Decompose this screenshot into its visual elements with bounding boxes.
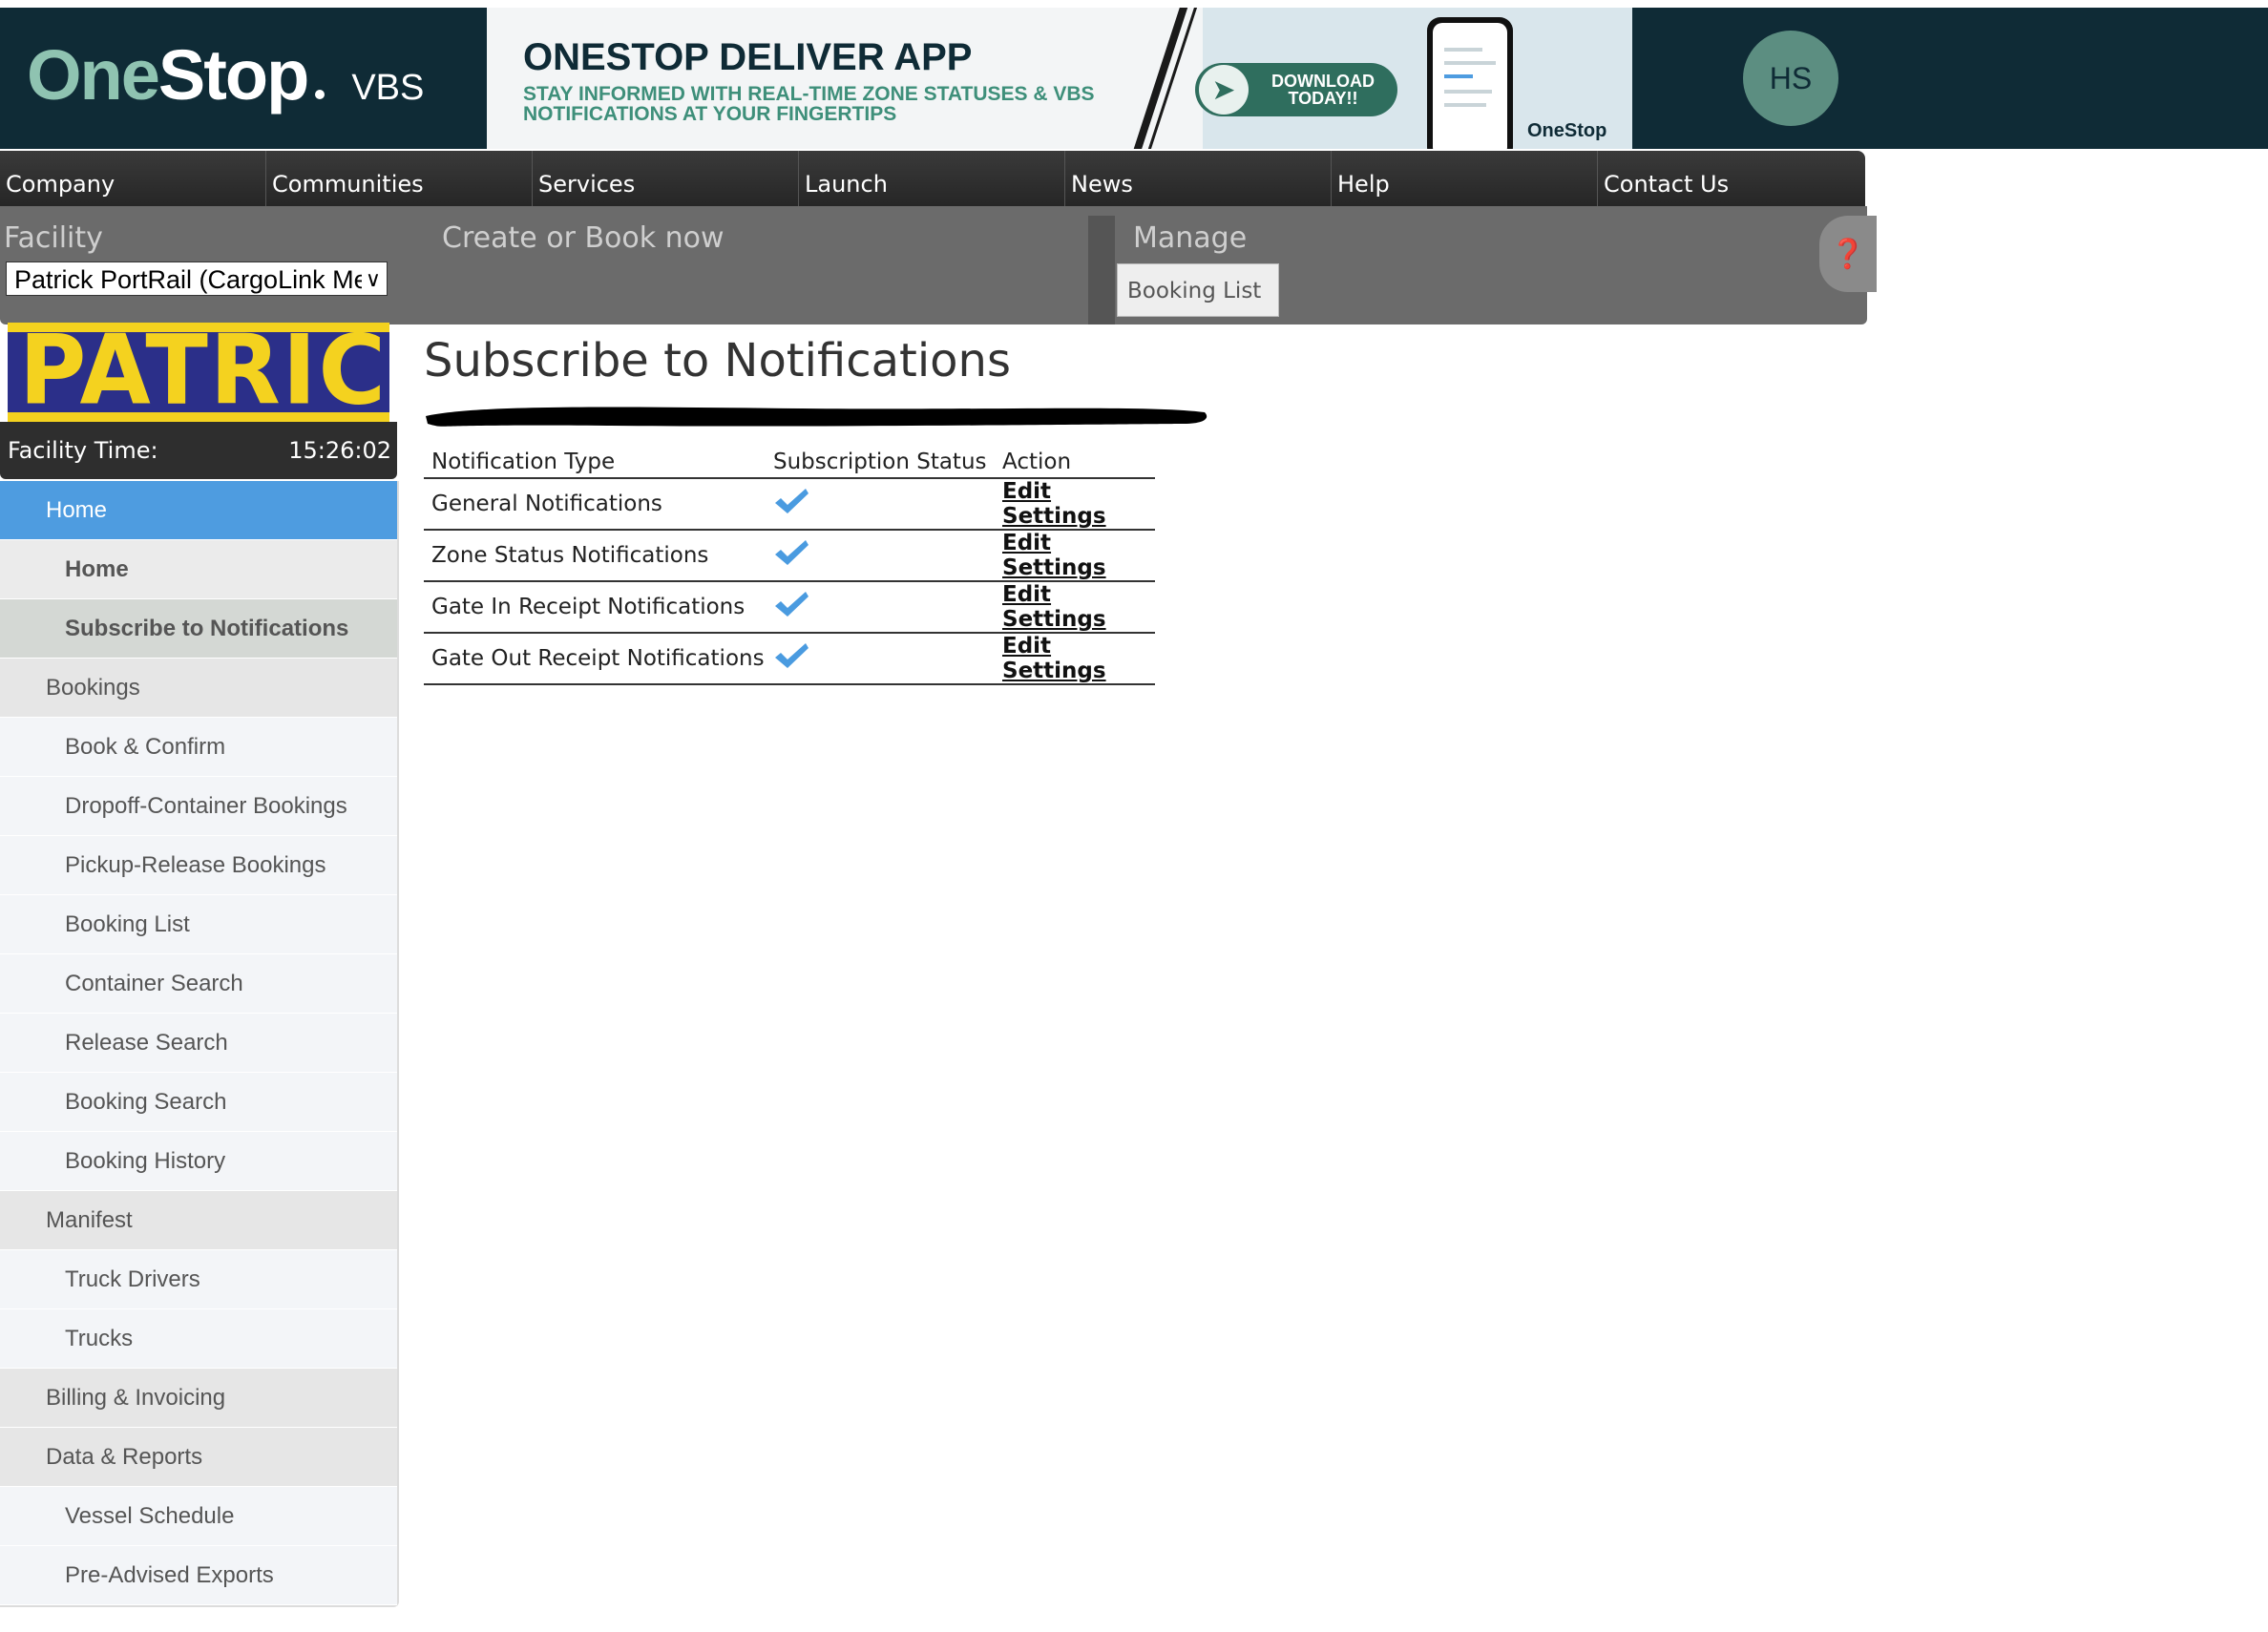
logo-product-text: VBS bbox=[351, 68, 425, 108]
column-header-subscription-status: Subscription Status bbox=[766, 447, 995, 479]
page-title: Subscribe to Notifications bbox=[424, 334, 1011, 387]
sidebar-section-manifest[interactable]: Manifest bbox=[0, 1191, 397, 1250]
arrow-right-icon: ➤ bbox=[1199, 65, 1249, 115]
table-row: General Notifications Edit Settings bbox=[424, 478, 1155, 531]
nav-contact-us[interactable]: Contact Us bbox=[1598, 151, 1864, 206]
checkmark-icon bbox=[775, 540, 808, 565]
edit-settings-link[interactable]: Edit Settings bbox=[1002, 531, 1106, 580]
sidebar-item-release-search[interactable]: Release Search bbox=[0, 1014, 397, 1073]
toolbar-divider bbox=[1088, 216, 1115, 324]
sidebar-item-pickup-release-bookings[interactable]: Pickup-Release Bookings bbox=[0, 836, 397, 895]
sidebar-item-booking-list[interactable]: Booking List bbox=[0, 895, 397, 954]
manage-label: Manage bbox=[1133, 221, 1248, 255]
sidebar-item-book-confirm[interactable]: Book & Confirm bbox=[0, 718, 397, 777]
banner-divider-thin bbox=[1143, 8, 1199, 149]
table-row: Gate Out Receipt Notifications Edit Setti… bbox=[424, 633, 1155, 685]
subscription-status-cell bbox=[766, 478, 995, 531]
user-avatar[interactable]: HS bbox=[1743, 31, 1838, 126]
logo-dot bbox=[315, 90, 326, 99]
sidebar-section-billing-invoicing[interactable]: Billing & Invoicing bbox=[0, 1369, 397, 1428]
sidebar-item-container-search[interactable]: Container Search bbox=[0, 954, 397, 1014]
sidebar-item-booking-history[interactable]: Booking History bbox=[0, 1132, 397, 1191]
app-promo-banner[interactable]: ONESTOP DELIVER APP STAY INFORMED WITH R… bbox=[487, 8, 1632, 149]
banner-brand: OneStop bbox=[1527, 120, 1607, 141]
help-icon[interactable]: ❓ bbox=[1819, 216, 1877, 292]
sidebar-item-pre-advised-exports[interactable]: Pre-Advised Exports bbox=[0, 1546, 397, 1605]
action-cell: Edit Settings bbox=[995, 633, 1155, 685]
action-cell: Edit Settings bbox=[995, 478, 1155, 531]
nav-services[interactable]: Services bbox=[533, 151, 799, 206]
sidebar-item-home[interactable]: Home bbox=[0, 540, 397, 599]
nav-news[interactable]: News bbox=[1065, 151, 1332, 206]
nav-communities[interactable]: Communities bbox=[266, 151, 533, 206]
sidebar-item-subscribe-to-notifications[interactable]: Subscribe to Notifications bbox=[0, 599, 397, 659]
notifications-table: Notification Type Subscription Status Ac… bbox=[424, 447, 1155, 685]
subscription-status-cell bbox=[766, 633, 995, 685]
logo-stop-text: Stop bbox=[158, 35, 309, 115]
facility-select[interactable]: Patrick PortRail (CargoLink Me ∨ bbox=[6, 262, 388, 296]
table-row: Gate In Receipt Notifications Edit Settin… bbox=[424, 581, 1155, 634]
sidebar-section-bookings[interactable]: Bookings bbox=[0, 659, 397, 718]
subscription-status-cell bbox=[766, 530, 995, 582]
column-header-action: Action bbox=[995, 447, 1155, 479]
table-row: Zone Status Notifications Edit Settings bbox=[424, 530, 1155, 582]
edit-settings-link[interactable]: Edit Settings bbox=[1002, 582, 1106, 632]
action-cell: Edit Settings bbox=[995, 581, 1155, 634]
chevron-down-icon: ∨ bbox=[361, 262, 381, 295]
onestop-logo[interactable]: One Stop VBS bbox=[27, 34, 424, 120]
facility-time-value: 15:26:02 bbox=[288, 437, 391, 464]
action-cell: Edit Settings bbox=[995, 530, 1155, 582]
subscription-status-cell bbox=[766, 581, 995, 634]
sidebar-item-vessel-schedule[interactable]: Vessel Schedule bbox=[0, 1487, 397, 1546]
column-header-notification-type: Notification Type bbox=[424, 447, 766, 479]
facility-select-value: Patrick PortRail (CargoLink Me bbox=[14, 265, 368, 294]
banner-subtitle: STAY INFORMED WITH REAL-TIME ZONE STATUS… bbox=[523, 83, 1095, 125]
download-button-label: DOWNLOAD TODAY!! bbox=[1249, 73, 1397, 107]
facility-time-bar: Facility Time: 15:26:02 bbox=[0, 422, 397, 479]
action-toolbar: Facility Patrick PortRail (CargoLink Me … bbox=[0, 206, 1877, 324]
sidebar-section-data-reports[interactable]: Data & Reports bbox=[0, 1428, 397, 1487]
nav-company[interactable]: Company bbox=[0, 151, 266, 206]
sidebar-menu: Home Home Subscribe to Notifications Bookin… bbox=[0, 481, 399, 1607]
facility-time-label: Facility Time: bbox=[8, 437, 158, 464]
notification-type-cell: Gate In Receipt Notifications bbox=[424, 581, 766, 634]
sidebar-item-truck-drivers[interactable]: Truck Drivers bbox=[0, 1250, 397, 1309]
table-header-row: Notification Type Subscription Status Ac… bbox=[424, 447, 1155, 479]
sidebar-item-dropoff-container-bookings[interactable]: Dropoff-Container Bookings bbox=[0, 777, 397, 836]
banner-title: ONESTOP DELIVER APP bbox=[523, 36, 973, 78]
checkmark-icon bbox=[775, 643, 808, 668]
sidebar-section-home[interactable]: Home bbox=[0, 481, 397, 540]
checkmark-icon bbox=[775, 489, 808, 513]
nav-launch[interactable]: Launch bbox=[799, 151, 1065, 206]
notifications-table-body: General Notifications Edit Settings Zone S… bbox=[424, 478, 1155, 685]
redaction-mark bbox=[426, 407, 1208, 427]
facility-logo: PATRICK bbox=[8, 323, 389, 422]
phone-mockup-icon bbox=[1427, 17, 1513, 149]
nav-help[interactable]: Help bbox=[1332, 151, 1598, 206]
notification-type-cell: Gate Out Receipt Notifications bbox=[424, 633, 766, 685]
facility-label: Facility bbox=[4, 221, 103, 255]
logo-one-text: One bbox=[27, 35, 160, 115]
checkmark-icon bbox=[775, 592, 808, 617]
site-header: One Stop VBS ONESTOP DELIVER APP STAY IN… bbox=[0, 8, 2268, 149]
edit-settings-link[interactable]: Edit Settings bbox=[1002, 634, 1106, 683]
download-button-line2: TODAY!! bbox=[1288, 89, 1358, 108]
facility-logo-text: PATRICK bbox=[19, 323, 389, 422]
notification-type-cell: General Notifications bbox=[424, 478, 766, 531]
download-button-line1: DOWNLOAD bbox=[1271, 72, 1375, 91]
download-app-button[interactable]: ➤ DOWNLOAD TODAY!! bbox=[1195, 63, 1397, 116]
sidebar-item-booking-search[interactable]: Booking Search bbox=[0, 1073, 397, 1132]
edit-settings-link[interactable]: Edit Settings bbox=[1002, 479, 1106, 529]
create-or-book-label: Create or Book now bbox=[442, 221, 724, 255]
notification-type-cell: Zone Status Notifications bbox=[424, 530, 766, 582]
banner-divider bbox=[1128, 8, 1189, 149]
booking-list-button[interactable]: Booking List bbox=[1117, 263, 1279, 317]
sidebar-item-trucks[interactable]: Trucks bbox=[0, 1309, 397, 1369]
top-navigation: Company Communities Services Launch News… bbox=[0, 151, 1865, 206]
